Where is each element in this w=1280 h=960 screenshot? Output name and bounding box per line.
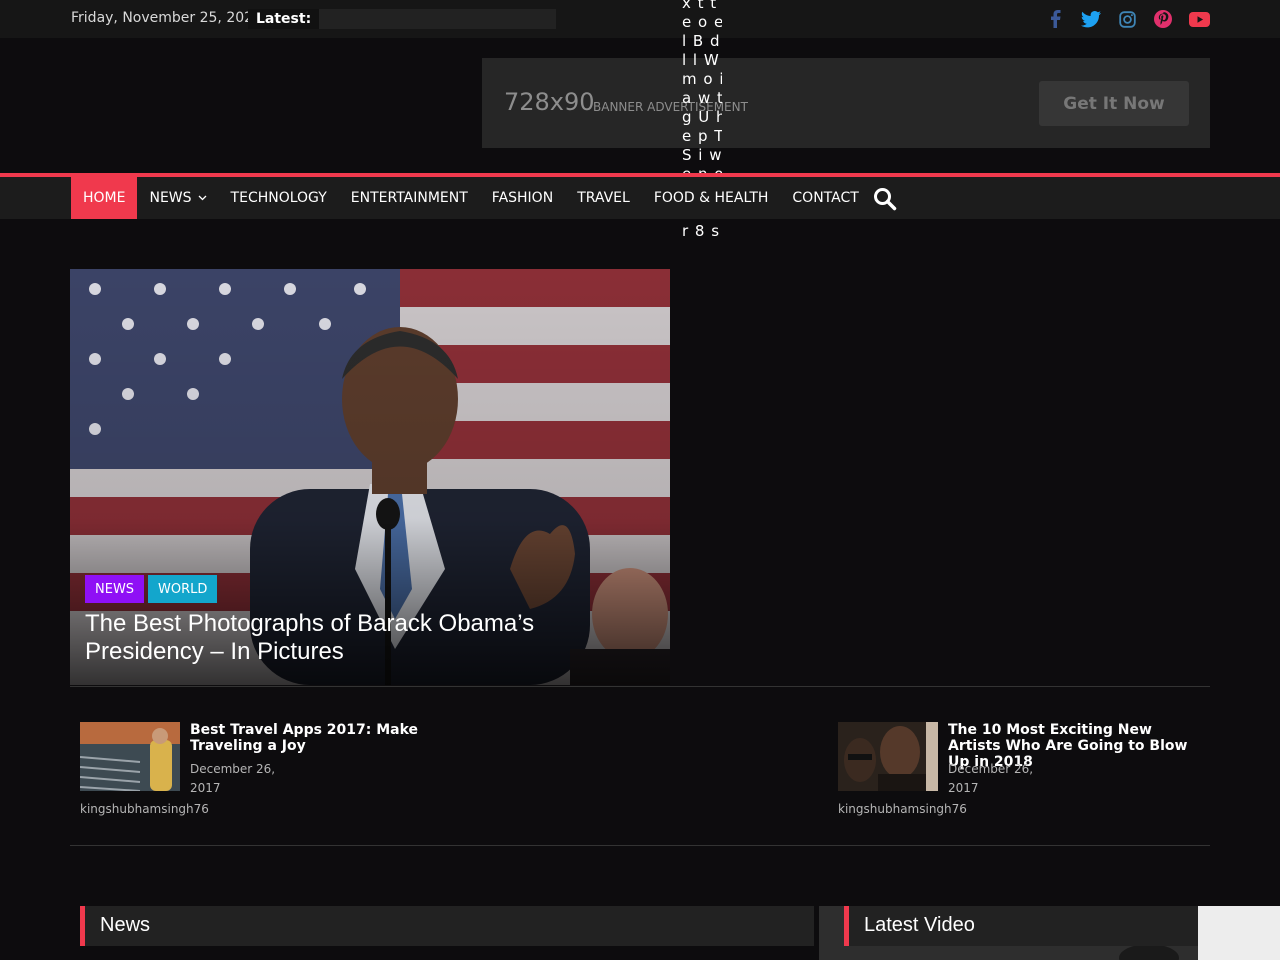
nav-item-entertainment[interactable]: ENTERTAINMENT — [339, 177, 480, 219]
search-icon[interactable] — [872, 186, 898, 212]
twitter-icon[interactable] — [1080, 8, 1102, 30]
post-title[interactable]: Best Travel Apps 2017: Make Traveling a … — [190, 722, 430, 754]
post-author[interactable]: kingshubhamsingh76 — [80, 802, 209, 816]
list-item: Best Travel Apps 2017: Make Traveling a … — [80, 722, 440, 822]
nav-item-label: TECHNOLOGY — [230, 190, 327, 206]
nav-item-technology[interactable]: TECHNOLOGY — [219, 177, 339, 219]
latest-label: Latest: — [248, 9, 320, 29]
artists-photo — [838, 722, 938, 791]
nav-item-travel[interactable]: TRAVEL — [565, 177, 642, 219]
nav-item-label: CONTACT — [792, 190, 859, 206]
badge-world[interactable]: WORLD — [148, 575, 218, 603]
current-date: Friday, November 25, 2022 — [71, 10, 262, 26]
top-bar: Friday, November 25, 2022 Latest: — [0, 0, 1280, 38]
nav-item-label: HOME — [83, 190, 126, 206]
category-badges: NEWS WORLD — [85, 575, 218, 603]
section-header-latest-video: Latest Video — [844, 906, 1198, 946]
travel-photo — [80, 722, 180, 791]
post-date[interactable]: December 26, 2017 — [190, 760, 290, 798]
section-header-news: News — [80, 906, 814, 946]
latest-ticker-box — [311, 9, 556, 29]
banner-advertisement[interactable]: 728x90 BANNER ADVERTISEMENT Get It Now — [482, 58, 1210, 148]
post-author[interactable]: kingshubhamsingh76 — [838, 802, 967, 816]
instagram-icon[interactable] — [1116, 8, 1138, 30]
divider — [70, 686, 1210, 687]
section-title: Latest Video — [864, 914, 975, 936]
badge-news[interactable]: NEWS — [85, 575, 145, 603]
nav-item-contact[interactable]: CONTACT — [780, 177, 870, 219]
nav-item-label: NEWS — [149, 190, 192, 206]
nav-item-label: ENTERTAINMENT — [350, 190, 468, 206]
section-title: News — [100, 914, 151, 936]
social-links — [1044, 8, 1210, 30]
pinterest-icon[interactable] — [1152, 8, 1174, 30]
featured-post-title[interactable]: The Best Photographs of Barack Obama’s P… — [85, 610, 625, 666]
main-navigation: HOME NEWS TECHNOLOGY ENTERTAINMENT FASHI… — [0, 173, 1280, 219]
facebook-icon[interactable] — [1044, 8, 1066, 30]
nav-item-news[interactable]: NEWS — [137, 177, 218, 219]
post-thumbnail[interactable] — [80, 722, 180, 791]
news-ticker-text[interactable]: x t t e o e l B d l l W m o i a w t g U … — [682, 0, 722, 274]
list-item: The 10 Most Exciting New Artists Who Are… — [838, 722, 1210, 822]
divider — [70, 845, 1210, 846]
nav-menu: HOME NEWS TECHNOLOGY ENTERTAINMENT FASHI… — [71, 177, 871, 219]
nav-item-label: TRAVEL — [577, 190, 630, 206]
post-date[interactable]: December 26, 2017 — [948, 760, 1048, 798]
youtube-icon[interactable] — [1188, 8, 1210, 30]
banner-label: BANNER ADVERTISEMENT — [593, 100, 748, 114]
banner-size-label: 728x90 — [504, 88, 595, 116]
post-thumbnail[interactable] — [838, 722, 938, 791]
nav-item-home[interactable]: HOME — [71, 177, 138, 219]
nav-item-food-health[interactable]: FOOD & HEALTH — [642, 177, 781, 219]
chevron-down-icon — [198, 193, 207, 204]
get-it-now-button[interactable]: Get It Now — [1039, 81, 1189, 126]
nav-item-fashion[interactable]: FASHION — [480, 177, 565, 219]
nav-item-label: FOOD & HEALTH — [653, 190, 769, 206]
nav-item-label: FASHION — [491, 190, 554, 206]
